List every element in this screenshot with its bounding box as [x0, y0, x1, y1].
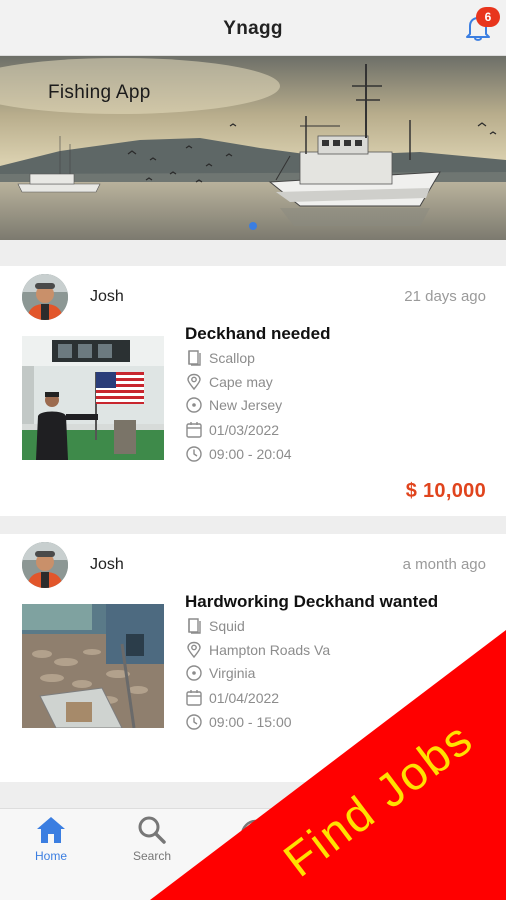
job-title[interactable]: Deckhand needed [185, 324, 331, 344]
job-photo[interactable] [22, 604, 164, 728]
compass-icon [186, 397, 202, 413]
date-row: 01/04/2022 [185, 688, 485, 710]
port-name: Hampton Roads Va [209, 642, 331, 658]
posted-time: 21 days ago [404, 288, 486, 305]
home-icon [37, 817, 65, 843]
user-photo-icon [22, 542, 68, 588]
job-photo[interactable] [22, 336, 164, 460]
user-photo-icon [22, 274, 68, 320]
poster-name[interactable]: Josh [90, 556, 124, 574]
app-title: Ynagg [223, 18, 283, 39]
deckhand-flag-image [22, 336, 164, 460]
state-row: New Jersey [185, 395, 485, 417]
bottom-tab-bar: Home Search [0, 808, 506, 900]
port-name: Cape may [209, 374, 273, 390]
avatar[interactable] [22, 274, 68, 320]
state-name: New Jersey [209, 397, 283, 413]
partial-tab-icon[interactable] [236, 815, 276, 845]
tab-search[interactable]: Search [117, 809, 187, 879]
hero-banner[interactable]: Fishing App [0, 56, 506, 240]
job-hours: 09:00 - 20:04 [209, 446, 292, 462]
hours-row: 09:00 - 20:04 [185, 444, 485, 466]
tab-home[interactable]: Home [16, 809, 86, 879]
tab-home-label: Home [34, 849, 67, 863]
catch-row: Squid [185, 616, 485, 638]
posted-time: a month ago [402, 556, 486, 573]
catch-type: Scallop [209, 350, 255, 366]
search-icon [138, 816, 166, 844]
location-pin-icon [187, 373, 201, 391]
app-header: Ynagg 6 [0, 0, 506, 56]
avatar[interactable] [22, 542, 68, 588]
job-pay: $ 50 [445, 746, 486, 768]
catch-row: Scallop [185, 348, 485, 370]
date-row: 01/03/2022 [185, 420, 485, 442]
job-card[interactable]: Josh a month ago Hardworking Deckhand wa… [0, 534, 506, 782]
clock-icon [186, 714, 202, 730]
calendar-icon [186, 422, 202, 438]
catch-type: Squid [209, 618, 245, 634]
book-icon [188, 618, 201, 634]
location-pin-icon [187, 641, 201, 659]
hours-row: 09:00 - 15:00 [185, 712, 485, 734]
job-hours: 09:00 - 15:00 [209, 714, 292, 730]
carousel-dot-active[interactable] [249, 222, 257, 230]
book-icon [188, 350, 201, 366]
job-card[interactable]: Josh 21 days ago Deckhand needed Scallop… [0, 266, 506, 516]
poster-name[interactable]: Josh [90, 288, 124, 306]
tab-search-label: Search [132, 849, 172, 863]
clock-icon [186, 446, 202, 462]
job-date: 01/03/2022 [209, 422, 280, 438]
notification-badge: 6 [476, 7, 500, 27]
calendar-icon [186, 690, 202, 706]
state-name: Virginia [209, 665, 256, 681]
compass-icon [186, 665, 202, 681]
job-date: 01/04/2022 [209, 690, 280, 706]
state-row: Virginia [185, 663, 485, 685]
job-pay: $ 10,000 [405, 480, 486, 502]
banner-title: Fishing App [48, 82, 151, 103]
port-row: Cape may [185, 372, 485, 394]
job-title[interactable]: Hardworking Deckhand wanted [185, 592, 438, 612]
port-row: Hampton Roads Va [185, 640, 485, 662]
fish-deck-image [22, 604, 164, 728]
